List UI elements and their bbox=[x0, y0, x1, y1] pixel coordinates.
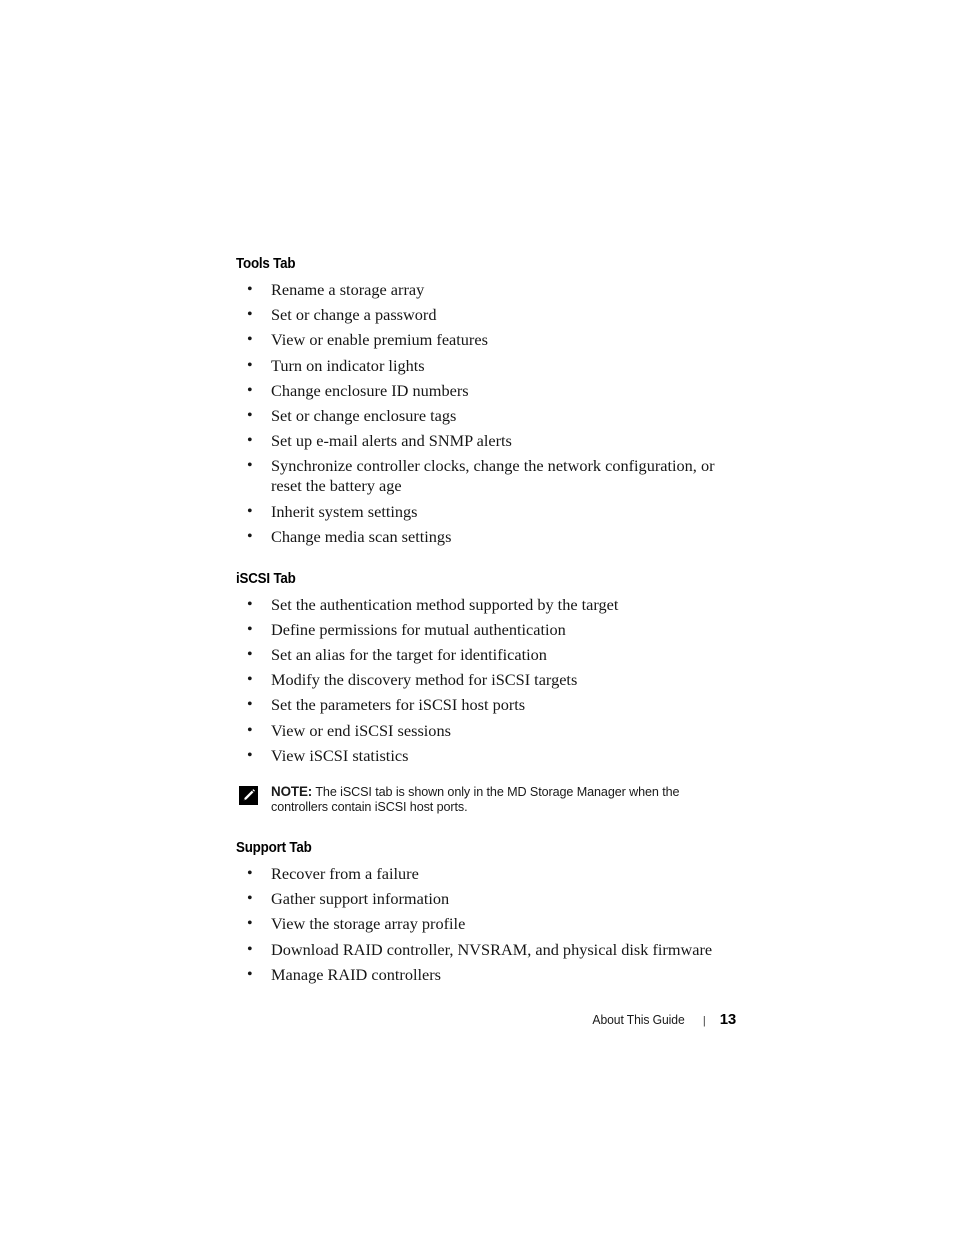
bullet-glyph: • bbox=[247, 381, 253, 399]
bullet-glyph: • bbox=[247, 432, 253, 450]
section-tools-tab: Tools Tab • Rename a storage array • Set… bbox=[236, 255, 736, 547]
list-item: • Set the authentication method supporte… bbox=[236, 595, 736, 615]
list-item: • View iSCSI statistics bbox=[236, 746, 736, 766]
list-item-text: Recover from a failure bbox=[271, 864, 419, 883]
bullet-list-iscsi-tab: • Set the authentication method supporte… bbox=[236, 595, 736, 766]
footer-inner: About This Guide | 13 bbox=[590, 1012, 736, 1029]
bullet-glyph: • bbox=[247, 646, 253, 664]
list-item: • Set or change enclosure tags bbox=[236, 406, 736, 426]
list-item-text: Rename a storage array bbox=[271, 280, 425, 299]
footer-separator: | bbox=[702, 1015, 706, 1027]
bullet-glyph: • bbox=[247, 696, 253, 714]
list-item: • Recover from a failure bbox=[236, 864, 736, 884]
list-item: • Inherit system settings bbox=[236, 502, 736, 522]
note-body: The iSCSI tab is shown only in the MD St… bbox=[271, 784, 680, 815]
bullet-glyph: • bbox=[247, 671, 253, 689]
list-item: • View or enable premium features bbox=[236, 330, 736, 350]
bullet-glyph: • bbox=[247, 331, 253, 349]
section-support-tab: Support Tab • Recover from a failure • G… bbox=[236, 839, 736, 985]
list-item: • Turn on indicator lights bbox=[236, 356, 736, 376]
list-item: • View or end iSCSI sessions bbox=[236, 721, 736, 741]
section-iscsi-tab: iSCSI Tab • Set the authentication metho… bbox=[236, 570, 736, 816]
list-item-text: Set or change enclosure tags bbox=[271, 405, 457, 425]
list-item: • Define permissions for mutual authenti… bbox=[236, 620, 736, 640]
bullet-glyph: • bbox=[247, 746, 253, 764]
list-item: • Rename a storage array bbox=[236, 280, 736, 300]
section-heading-tools-tab: Tools Tab bbox=[236, 256, 296, 272]
section-heading-support-tab: Support Tab bbox=[236, 840, 312, 856]
list-item-text: Define permissions for mutual authentica… bbox=[271, 619, 566, 639]
list-item: • Manage RAID controllers bbox=[236, 965, 736, 985]
list-item: • Set the parameters for iSCSI host port… bbox=[236, 695, 736, 715]
list-item: • Download RAID controller, NVSRAM, and … bbox=[236, 940, 736, 960]
list-item: • View the storage array profile bbox=[236, 914, 736, 934]
bullet-glyph: • bbox=[247, 356, 253, 374]
bullet-list-support-tab: • Recover from a failure • Gather suppor… bbox=[236, 864, 736, 985]
list-item-text: Set the authentication method supported … bbox=[271, 594, 619, 614]
list-item-text: Download RAID controller, NVSRAM, and ph… bbox=[271, 939, 713, 959]
bullet-glyph: • bbox=[247, 721, 253, 739]
bullet-glyph: • bbox=[247, 620, 253, 638]
bullet-glyph: • bbox=[247, 502, 253, 520]
list-item-text: Change media scan settings bbox=[271, 526, 452, 546]
list-item-text: Modify the discovery method for iSCSI ta… bbox=[271, 670, 578, 690]
list-item-text: View the storage array profile bbox=[271, 914, 466, 934]
note-callout: NOTE: The iSCSI tab is shown only in the… bbox=[236, 784, 736, 816]
list-item-text: Turn on indicator lights bbox=[271, 355, 425, 375]
list-item: • Change enclosure ID numbers bbox=[236, 381, 736, 401]
bullet-glyph: • bbox=[247, 890, 253, 908]
bullet-glyph: • bbox=[247, 527, 253, 545]
bullet-glyph: • bbox=[247, 595, 253, 613]
list-item-text: Gather support information bbox=[271, 889, 450, 909]
list-item-text: View iSCSI statistics bbox=[271, 745, 409, 765]
bullet-glyph: • bbox=[247, 457, 253, 475]
note-text: NOTE: The iSCSI tab is shown only in the… bbox=[271, 784, 736, 816]
list-item-text: Manage RAID controllers bbox=[271, 964, 441, 984]
list-item-text: Synchronize controller clocks, change th… bbox=[271, 456, 715, 496]
bullet-glyph: • bbox=[247, 306, 253, 324]
list-item-text: View or enable premium features bbox=[271, 330, 488, 350]
bullet-glyph: • bbox=[247, 406, 253, 424]
list-item: • Set up e-mail alerts and SNMP alerts bbox=[236, 431, 736, 451]
bullet-glyph: • bbox=[247, 281, 253, 298]
bullet-list-tools-tab: • Rename a storage array • Set or change… bbox=[236, 280, 736, 547]
bullet-glyph: • bbox=[247, 915, 253, 933]
bullet-glyph: • bbox=[247, 940, 253, 958]
pencil-icon bbox=[239, 785, 258, 805]
list-item: • Change media scan settings bbox=[236, 527, 736, 547]
list-item: • Modify the discovery method for iSCSI … bbox=[236, 670, 736, 690]
list-item-text: Set the parameters for iSCSI host ports bbox=[271, 695, 526, 715]
section-heading-iscsi-tab: iSCSI Tab bbox=[236, 570, 296, 587]
list-item: • Synchronize controller clocks, change … bbox=[236, 456, 736, 496]
list-item: • Set an alias for the target for identi… bbox=[236, 645, 736, 665]
list-item-text: Inherit system settings bbox=[271, 501, 418, 521]
list-item-text: Set or change a password bbox=[271, 305, 437, 325]
list-item-text: View or end iSCSI sessions bbox=[271, 720, 451, 740]
document-page: Tools Tab • Rename a storage array • Set… bbox=[0, 0, 954, 1235]
page-content: Tools Tab • Rename a storage array • Set… bbox=[236, 255, 736, 990]
page-number: 13 bbox=[719, 1011, 737, 1028]
list-item: • Gather support information bbox=[236, 889, 736, 909]
footer-section-label: About This Guide bbox=[592, 1012, 685, 1027]
note-label: NOTE: bbox=[271, 783, 313, 799]
page-footer: About This Guide | 13 bbox=[236, 1012, 736, 1036]
list-item: • Set or change a password bbox=[236, 305, 736, 325]
list-item-text: Change enclosure ID numbers bbox=[271, 380, 469, 400]
bullet-glyph: • bbox=[247, 965, 253, 983]
list-item-text: Set up e-mail alerts and SNMP alerts bbox=[271, 431, 512, 451]
bullet-glyph: • bbox=[247, 865, 253, 882]
list-item-text: Set an alias for the target for identifi… bbox=[271, 645, 547, 665]
